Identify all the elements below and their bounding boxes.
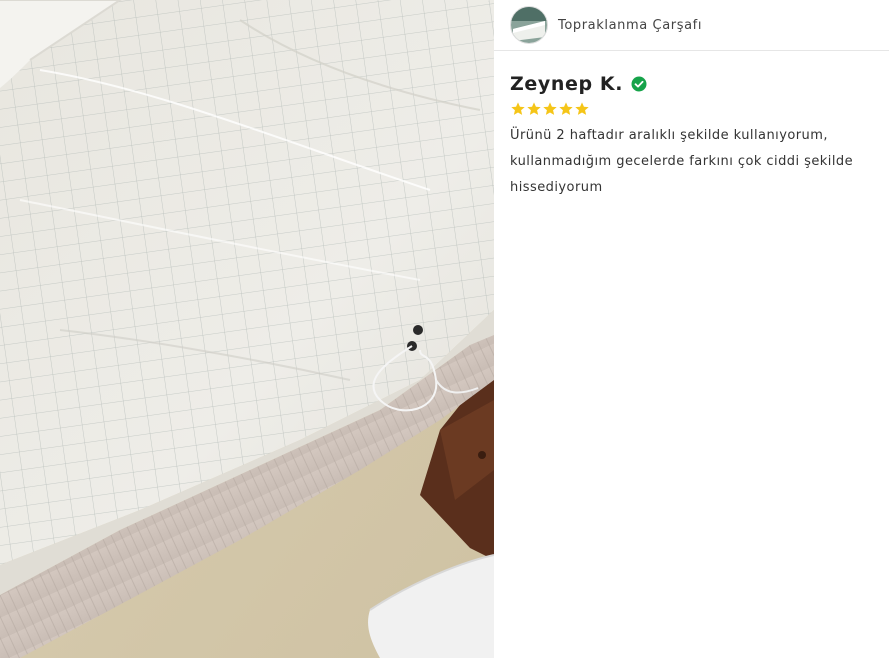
- review-modal: Topraklanma Çarşafı Zeynep K. Ürünü 2 ha…: [0, 0, 889, 658]
- product-thumbnail[interactable]: [510, 6, 548, 44]
- product-name[interactable]: Topraklanma Çarşafı: [558, 18, 702, 33]
- review-photo[interactable]: [0, 0, 494, 658]
- star-rating: [510, 101, 873, 117]
- star-icon: [558, 101, 574, 117]
- review-panel: Topraklanma Çarşafı Zeynep K. Ürünü 2 ha…: [494, 0, 889, 658]
- product-header[interactable]: Topraklanma Çarşafı: [494, 0, 889, 51]
- star-icon: [542, 101, 558, 117]
- reviewer-name: Zeynep K.: [510, 73, 624, 95]
- review-text: Ürünü 2 haftadır aralıklı şekilde kullan…: [510, 128, 854, 195]
- star-icon: [510, 101, 526, 117]
- review-card: Zeynep K. Ürünü 2 haftadır aralıklı şeki…: [494, 51, 889, 201]
- reviewer-row: Zeynep K.: [510, 73, 873, 95]
- verified-check-icon: [631, 76, 647, 92]
- star-icon: [574, 101, 590, 117]
- star-icon: [526, 101, 542, 117]
